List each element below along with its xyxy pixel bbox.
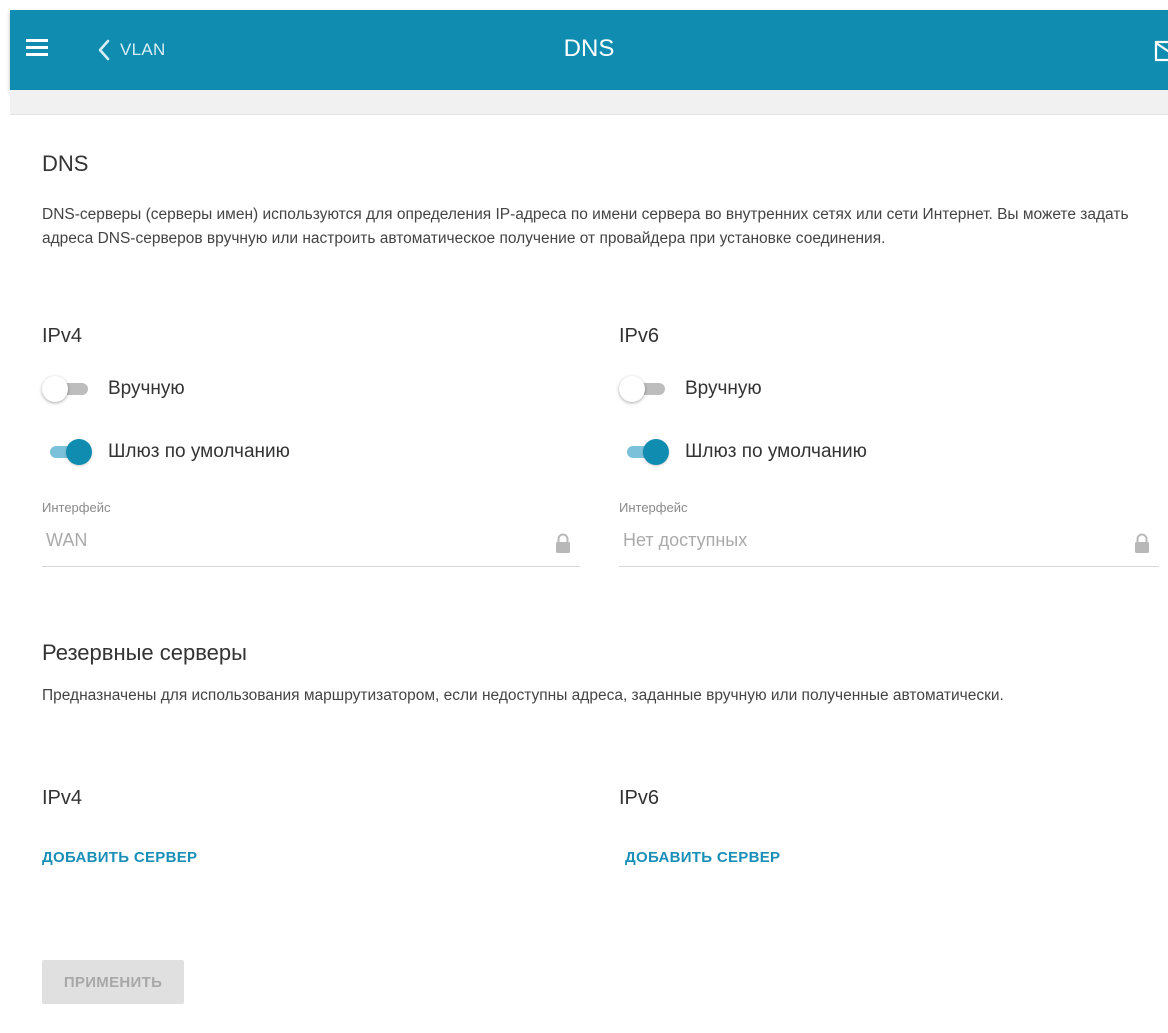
apply-button[interactable]: ПРИМЕНИТЬ [42, 960, 184, 1004]
ipv4-column-title: IPv4 [42, 325, 83, 347]
mail-icon[interactable] [1154, 40, 1168, 62]
ipv6-column-title: IPv6 [619, 325, 660, 347]
dns-section-description: DNS-серверы (серверы имен) используются … [42, 206, 1129, 247]
backup-servers-description: Предназначены для использования маршрути… [42, 687, 1004, 704]
toolbar-strip [10, 90, 1168, 115]
ipv6-interface-label: Интерфейс [619, 500, 688, 515]
add-ipv6-server-button[interactable]: ДОБАВИТЬ СЕРВЕР [625, 849, 780, 866]
lock-icon [556, 533, 570, 553]
ipv6-default-gateway-label: Шлюз по умолчанию [685, 441, 867, 462]
backup-ipv4-title: IPv4 [42, 787, 83, 809]
ipv6-manual-toggle[interactable]: Вручную [619, 376, 762, 402]
ipv4-interface-label: Интерфейс [42, 500, 111, 515]
ipv4-default-gateway-switch[interactable] [42, 439, 92, 465]
dns-section-title: DNS [42, 151, 89, 176]
backup-servers-title: Резервные серверы [42, 640, 247, 665]
ipv6-manual-switch[interactable] [619, 376, 669, 402]
ipv6-default-gateway-switch[interactable] [619, 439, 669, 465]
ipv4-manual-toggle[interactable]: Вручную [42, 376, 185, 402]
lock-icon [1135, 533, 1149, 553]
ipv4-manual-switch[interactable] [42, 376, 92, 402]
top-app-bar: VLAN DNS [10, 10, 1168, 90]
ipv4-default-gateway-toggle[interactable]: Шлюз по умолчанию [42, 439, 290, 465]
ipv6-interface-field: Интерфейс Нет доступных [619, 500, 1159, 567]
ipv4-interface-value: WAN [46, 530, 88, 550]
ipv4-manual-label: Вручную [108, 378, 185, 399]
page-title: DNS [563, 35, 615, 62]
ipv4-default-gateway-label: Шлюз по умолчанию [108, 441, 290, 462]
ipv6-interface-value: Нет доступных [623, 530, 748, 550]
ipv6-manual-label: Вручную [685, 378, 762, 399]
add-ipv4-server-button[interactable]: ДОБАВИТЬ СЕРВЕР [42, 849, 197, 866]
ipv4-interface-field: Интерфейс WAN [42, 500, 580, 567]
backup-ipv6-title: IPv6 [619, 787, 660, 809]
ipv6-default-gateway-toggle[interactable]: Шлюз по умолчанию [619, 439, 867, 465]
